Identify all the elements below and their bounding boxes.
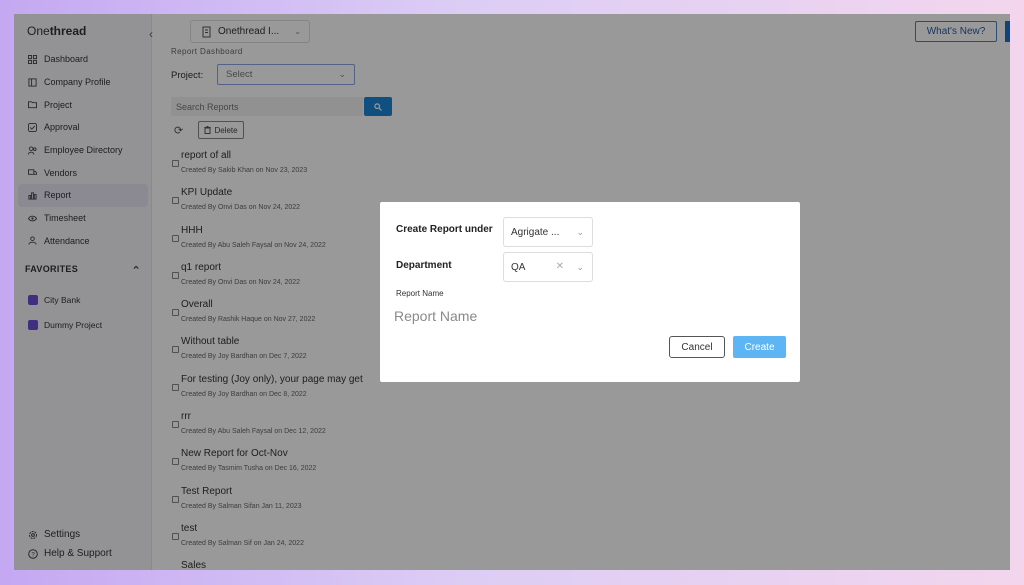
clear-icon[interactable]: ✕ — [556, 261, 564, 272]
app-window: Onethread ‹ Dashboard Company Profile Pr… — [14, 14, 1010, 570]
chevron-down-icon: ⌄ — [576, 227, 584, 237]
create-under-value: Agrigate ... — [511, 226, 560, 238]
report-name-input[interactable] — [394, 306, 674, 326]
report-name-label: Report Name — [396, 289, 444, 298]
create-under-select[interactable]: Agrigate ... ⌄ — [503, 217, 593, 247]
department-label: Department — [396, 260, 452, 271]
chevron-down-icon: ⌄ — [576, 262, 584, 272]
create-report-modal: Create Report under Agrigate ... ⌄ Depar… — [380, 202, 800, 382]
create-under-label: Create Report under — [396, 224, 493, 235]
create-button[interactable]: Create — [733, 336, 786, 358]
cancel-button[interactable]: Cancel — [669, 336, 725, 358]
department-value: QA — [511, 261, 526, 273]
department-select[interactable]: QA ✕ ⌄ — [503, 252, 593, 282]
